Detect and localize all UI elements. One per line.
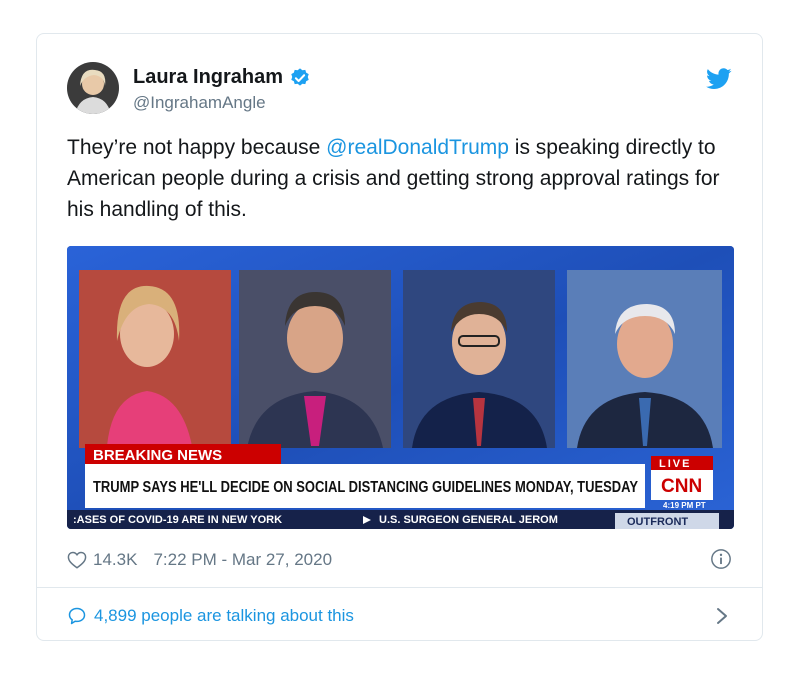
show-name: OUTFRONT (627, 516, 688, 528)
tweet-header: Laura Ingraham @IngrahamAngle (67, 62, 732, 118)
ticker-right: U.S. SURGEON GENERAL JEROM (379, 514, 558, 526)
twitter-bird-icon[interactable] (706, 68, 732, 90)
tweet-media-image[interactable]: BREAKING NEWS TRUMP SAYS HE'LL DECIDE ON… (67, 246, 734, 529)
divider (37, 587, 762, 588)
tweet-meta: 14.3K 7:22 PM - Mar 27, 2020 (67, 546, 732, 574)
tweet-text: They’re not happy because @realDonaldTru… (67, 132, 727, 225)
network-logo: CNN (661, 476, 702, 497)
author-handle[interactable]: @IngrahamAngle (133, 93, 311, 113)
conversation-count: 4,899 people are talking about this (94, 606, 354, 625)
info-icon[interactable] (710, 548, 732, 570)
conversation-link[interactable]: 4,899 people are talking about this (67, 601, 732, 631)
mention-link[interactable]: @realDonaldTrump (326, 136, 509, 159)
tweet-text-start: They’re not happy because (67, 136, 327, 159)
tweet-card: Laura Ingraham @IngrahamAngle They’re no… (36, 33, 763, 641)
heart-icon[interactable] (67, 551, 87, 569)
verified-badge-icon (291, 67, 309, 86)
tweet-timestamp[interactable]: 7:22 PM - Mar 27, 2020 (153, 550, 332, 570)
headline-text: TRUMP SAYS HE'LL DECIDE ON SOCIAL DISTAN… (93, 479, 638, 496)
speech-bubble-icon (68, 607, 86, 625)
chevron-right-icon (717, 608, 727, 624)
author-avatar[interactable] (67, 62, 119, 114)
author-name[interactable]: Laura Ingraham (133, 66, 283, 89)
ticker-left: :ASES OF COVID-19 ARE IN NEW YORK (73, 514, 282, 526)
broadcast-clock: 4:19 PM PT (663, 501, 706, 510)
like-count: 14.3K (93, 550, 138, 569)
author-info: Laura Ingraham @IngrahamAngle (133, 66, 311, 113)
breaking-news-label: BREAKING NEWS (93, 447, 222, 464)
live-label: LIVE (659, 458, 691, 470)
